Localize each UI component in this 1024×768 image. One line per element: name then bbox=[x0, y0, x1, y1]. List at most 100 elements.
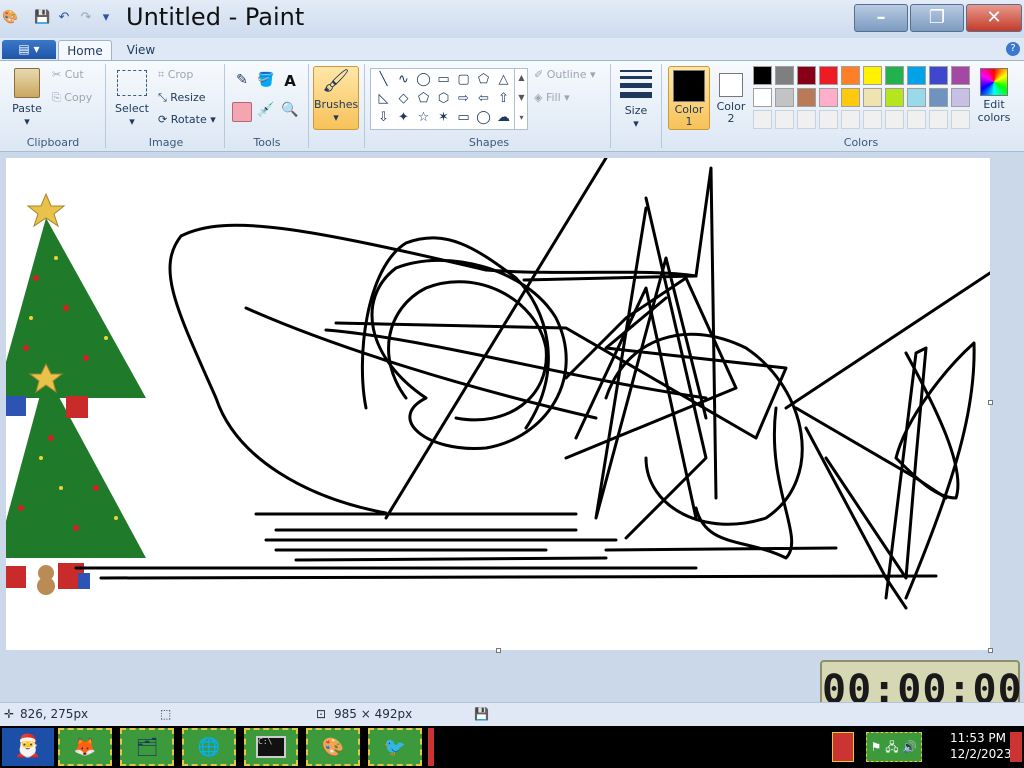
color-swatch[interactable] bbox=[951, 66, 970, 85]
color-picker-icon[interactable]: 💉 bbox=[256, 102, 276, 122]
clock-time[interactable]: 11:53 PM bbox=[950, 731, 1006, 745]
rotate-button[interactable]: ⟳ Rotate ▾ bbox=[158, 113, 216, 126]
clock-date[interactable]: 12/2/2023 bbox=[950, 747, 1012, 761]
shape-item[interactable]: ⬠ bbox=[474, 71, 493, 89]
color-swatch[interactable] bbox=[951, 88, 970, 107]
magnifier-icon[interactable]: 🔍 bbox=[280, 102, 300, 122]
file-menu-button[interactable]: ▤ ▾ bbox=[2, 40, 56, 59]
brushes-button[interactable]: 🖌 Brushes ▾ bbox=[313, 66, 359, 130]
thunderbird-icon[interactable]: 🐦 bbox=[368, 728, 422, 766]
shape-item[interactable]: ◇ bbox=[394, 90, 413, 108]
shape-item[interactable]: ⇧ bbox=[494, 90, 513, 108]
color-swatch[interactable] bbox=[797, 88, 816, 107]
color1-button[interactable]: Color 1 bbox=[668, 66, 710, 130]
copy-button[interactable]: ⎘ Copy bbox=[52, 91, 92, 105]
color-swatch[interactable] bbox=[929, 66, 948, 85]
shape-item[interactable]: ✶ bbox=[434, 109, 453, 127]
color-swatch[interactable] bbox=[753, 66, 772, 85]
color-swatch[interactable] bbox=[907, 110, 926, 129]
paint-icon[interactable]: 🎨 bbox=[306, 728, 360, 766]
command-prompt-icon[interactable]: C:\ bbox=[244, 728, 298, 766]
shape-item[interactable]: ⬠ bbox=[414, 90, 433, 108]
select-button[interactable]: Select ▾ bbox=[112, 68, 152, 128]
file-explorer-icon[interactable]: 🗂 bbox=[120, 728, 174, 766]
shape-item[interactable]: ◯ bbox=[414, 71, 433, 89]
resize-button[interactable]: ⤡ Resize bbox=[158, 91, 206, 105]
notification-flag-icon[interactable] bbox=[832, 732, 854, 762]
shape-item[interactable]: ☆ bbox=[414, 109, 433, 127]
color-swatch[interactable] bbox=[863, 66, 882, 85]
shape-item[interactable]: ☁ bbox=[494, 109, 513, 127]
fill-bucket-icon[interactable]: 🪣 bbox=[256, 72, 276, 92]
color2-button[interactable]: Color 2 bbox=[714, 66, 748, 130]
color-swatch[interactable] bbox=[885, 88, 904, 107]
cut-button[interactable]: ✂ Cut bbox=[52, 68, 84, 81]
color-swatch[interactable] bbox=[929, 88, 948, 107]
firefox-icon[interactable]: 🦊 bbox=[58, 728, 112, 766]
size-button[interactable]: Size ▾ bbox=[618, 68, 654, 130]
canvas-resize-handle-right[interactable] bbox=[988, 400, 993, 405]
color-swatch[interactable] bbox=[951, 110, 970, 129]
shape-item[interactable]: ⇦ bbox=[474, 90, 493, 108]
eraser-icon[interactable] bbox=[232, 102, 252, 122]
color-swatch[interactable] bbox=[841, 110, 860, 129]
undo-icon[interactable]: ↶ bbox=[56, 10, 72, 26]
restore-button[interactable]: ❐ bbox=[910, 4, 964, 32]
color-swatch[interactable] bbox=[907, 88, 926, 107]
paint-app-icon[interactable]: 🎨 bbox=[2, 10, 18, 26]
shape-item[interactable]: ▢ bbox=[454, 71, 473, 89]
paste-button[interactable]: Paste ▾ bbox=[10, 68, 44, 128]
canvas-resize-handle-bottom[interactable] bbox=[496, 648, 501, 653]
color-swatch[interactable] bbox=[819, 66, 838, 85]
color-swatch[interactable] bbox=[885, 110, 904, 129]
shape-item[interactable]: ∿ bbox=[394, 71, 413, 89]
tab-view[interactable]: View bbox=[118, 40, 164, 61]
shape-item[interactable]: ╲ bbox=[374, 71, 393, 89]
color-swatch[interactable] bbox=[797, 66, 816, 85]
color-swatch[interactable] bbox=[819, 110, 838, 129]
color-swatch[interactable] bbox=[929, 110, 948, 129]
color-swatch[interactable] bbox=[819, 88, 838, 107]
color-swatch[interactable] bbox=[775, 88, 794, 107]
show-desktop-button[interactable] bbox=[1010, 732, 1022, 762]
shapes-scroll[interactable]: ▲ ▼ ▾ bbox=[514, 68, 528, 130]
crop-button[interactable]: ⌗ Crop bbox=[158, 68, 193, 82]
color-swatch[interactable] bbox=[753, 88, 772, 107]
system-tray-icons[interactable]: ⚑ 🖧 🔊 bbox=[866, 732, 922, 762]
color-swatch[interactable] bbox=[863, 110, 882, 129]
minimize-button[interactable]: – bbox=[854, 4, 908, 32]
shape-item[interactable]: ✦ bbox=[394, 109, 413, 127]
color-swatch[interactable] bbox=[841, 66, 860, 85]
shape-item[interactable]: ▭ bbox=[454, 109, 473, 127]
pencil-icon[interactable]: ✎ bbox=[232, 72, 252, 92]
fill-button[interactable]: ◈ Fill ▾ bbox=[534, 91, 570, 104]
drawing-canvas[interactable] bbox=[6, 158, 990, 650]
shape-item[interactable]: ⇩ bbox=[374, 109, 393, 127]
chrome-icon[interactable]: 🌐 bbox=[182, 728, 236, 766]
color-swatch[interactable] bbox=[797, 110, 816, 129]
shape-item[interactable]: ⇨ bbox=[454, 90, 473, 108]
tab-home[interactable]: Home bbox=[58, 40, 112, 61]
color-swatch[interactable] bbox=[775, 66, 794, 85]
color-swatch[interactable] bbox=[863, 88, 882, 107]
canvas-resize-handle-corner[interactable] bbox=[988, 648, 993, 653]
edit-colors-button[interactable]: Edit colors bbox=[976, 68, 1012, 130]
close-button[interactable]: ✕ bbox=[966, 4, 1022, 32]
color-swatch[interactable] bbox=[885, 66, 904, 85]
color-swatch[interactable] bbox=[907, 66, 926, 85]
outline-button[interactable]: ✐ Outline ▾ bbox=[534, 68, 596, 81]
color-swatch[interactable] bbox=[841, 88, 860, 107]
customize-dropdown-icon[interactable]: ▾ bbox=[98, 10, 114, 26]
text-tool-icon[interactable]: A bbox=[280, 72, 300, 92]
shape-item[interactable]: △ bbox=[494, 71, 513, 89]
help-icon[interactable]: ? bbox=[1006, 42, 1020, 56]
shape-item[interactable]: ◯ bbox=[474, 109, 493, 127]
redo-icon[interactable]: ↷ bbox=[78, 10, 94, 26]
shape-item[interactable]: ▭ bbox=[434, 71, 453, 89]
shape-item[interactable]: ◺ bbox=[374, 90, 393, 108]
color-swatch[interactable] bbox=[753, 110, 772, 129]
shape-item[interactable]: ⬡ bbox=[434, 90, 453, 108]
color-swatch[interactable] bbox=[775, 110, 794, 129]
save-icon[interactable]: 💾 bbox=[34, 10, 50, 26]
santa-icon[interactable]: 🎅 bbox=[2, 728, 54, 766]
